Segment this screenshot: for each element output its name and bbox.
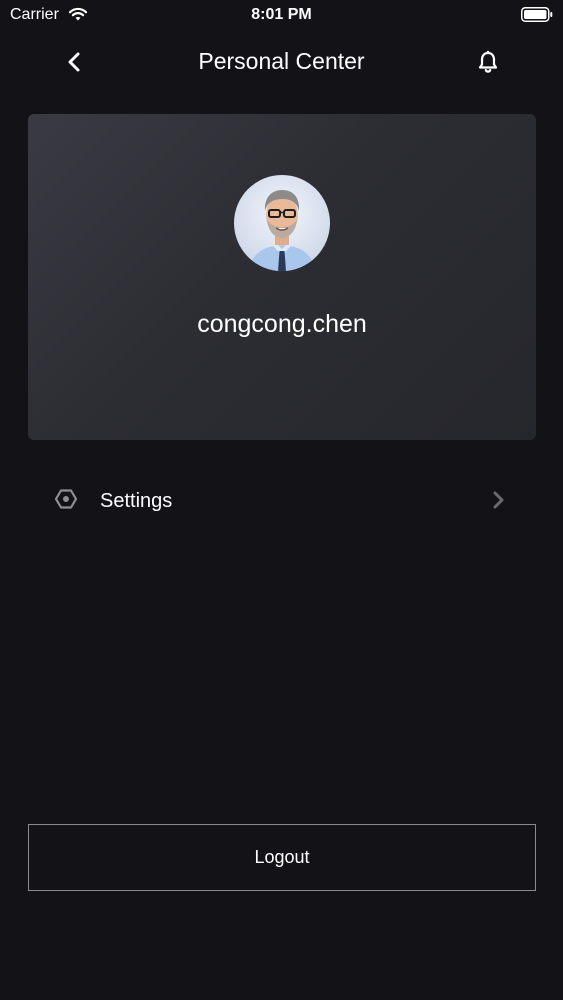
logout-button[interactable]: Logout bbox=[28, 824, 536, 891]
battery-icon bbox=[521, 7, 553, 22]
bell-icon bbox=[478, 50, 498, 73]
navigation-bar: Personal Center bbox=[0, 38, 563, 86]
personal-center-screen: Carrier 8:01 PM Personal Center congcong… bbox=[0, 0, 563, 1000]
settings-label: Settings bbox=[100, 490, 173, 512]
avatar-photo bbox=[234, 175, 330, 271]
chevron-right-icon bbox=[493, 491, 504, 509]
status-time: 8:01 PM bbox=[251, 6, 312, 23]
gear-icon bbox=[54, 489, 78, 509]
avatar[interactable] bbox=[234, 175, 330, 271]
notifications-button[interactable] bbox=[473, 48, 503, 76]
profile-card: congcong.chen bbox=[28, 114, 536, 440]
settings-menu-item[interactable]: Settings bbox=[28, 470, 536, 532]
status-bar: Carrier 8:01 PM bbox=[0, 0, 563, 30]
username: congcong.chen bbox=[197, 310, 367, 338]
